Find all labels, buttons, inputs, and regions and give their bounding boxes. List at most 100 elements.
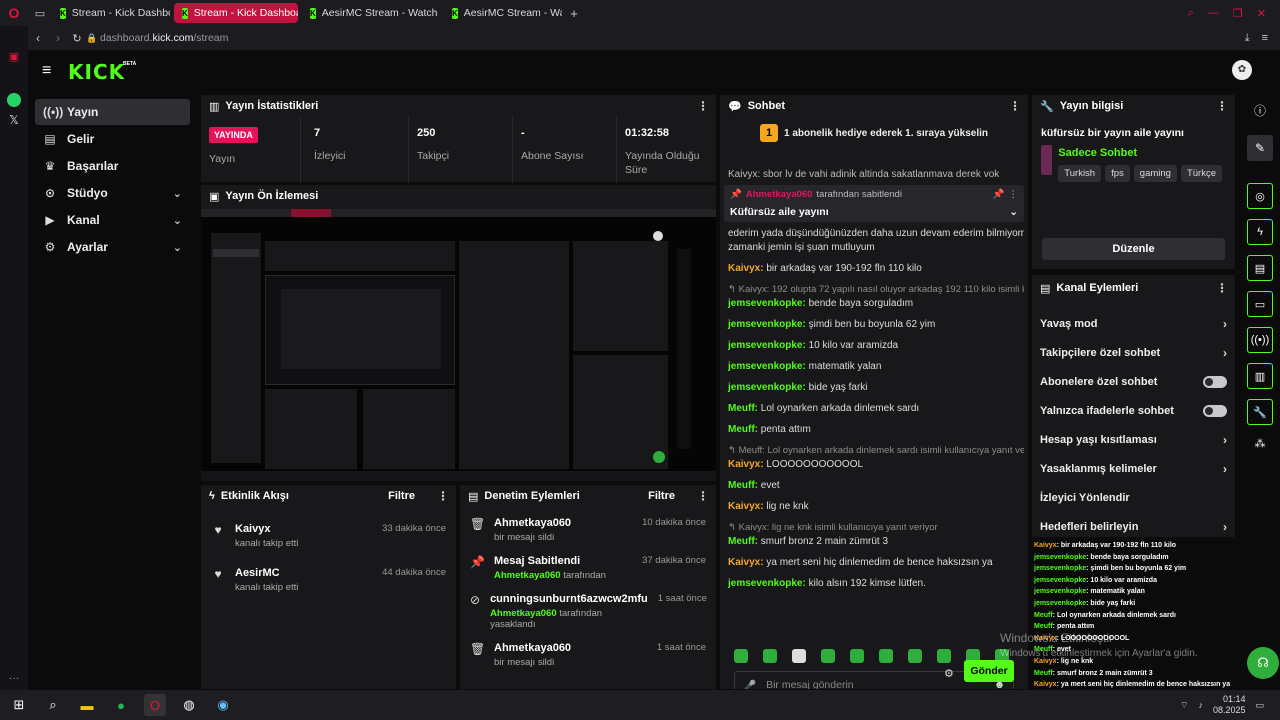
chat-messages[interactable]: Kaivyx: sbor lv de vahi adinik altinda s… xyxy=(724,169,1024,599)
chat-message[interactable]: Kaivyx: lig ne knk xyxy=(724,501,1024,513)
slow-mode-row[interactable]: Yavaş mod › xyxy=(1032,309,1235,338)
chat-settings-icon[interactable]: ⚙ xyxy=(944,667,954,680)
steam-icon[interactable]: ◉ xyxy=(212,694,234,716)
account-age-row[interactable]: Hesap yaşı kısıtlaması › xyxy=(1032,425,1235,454)
server-icon[interactable]: ▥ xyxy=(1247,363,1273,389)
edit-icon[interactable]: ✎ xyxy=(1247,135,1273,161)
ban-user-icon[interactable]: ◎ xyxy=(1247,183,1273,209)
chat-message[interactable]: jemsevenkopke: şimdi ben bu boyunla 62 y… xyxy=(724,319,1024,331)
sidebar-item-basarilar[interactable]: ♛ Başarılar xyxy=(35,153,190,179)
more-options-icon[interactable]: ⋮ xyxy=(437,489,449,503)
reload-icon[interactable]: ↻ xyxy=(68,32,86,45)
chat-username[interactable]: Kaivyx xyxy=(728,263,760,274)
info-icon[interactable]: ⓘ xyxy=(1240,102,1280,119)
chat-username[interactable]: jemsevenkopke xyxy=(728,361,803,372)
tag[interactable]: Turkish xyxy=(1058,165,1102,182)
more-dots-icon[interactable]: ··· xyxy=(0,673,28,684)
support-icon[interactable]: ☊ xyxy=(1247,647,1279,679)
chat-message[interactable]: Meuff: Lol oynarken arkada dinlemek sard… xyxy=(724,403,1024,415)
kick-logo[interactable]: KICK xyxy=(68,60,125,84)
chat-message[interactable]: jemsevenkopke: bide yaş farki xyxy=(724,382,1024,394)
sidebar-item-kanal[interactable]: ▶ Kanal ⌄ xyxy=(35,207,190,233)
sidebar-item-yayin[interactable]: ((•)) Yayın xyxy=(35,99,190,125)
sidebar-item-gelir[interactable]: ▤ Gelir xyxy=(35,126,190,152)
more-options-icon[interactable]: ⋮ xyxy=(1009,189,1019,200)
stream-preview-video[interactable] xyxy=(201,209,716,481)
chat-message[interactable]: jemsevenkopke: bende baya sorguladım xyxy=(724,298,1024,310)
emote-icon[interactable] xyxy=(879,649,893,663)
chat-username[interactable]: jemsevenkopke xyxy=(728,340,803,351)
emotes-only-toggle[interactable] xyxy=(1203,404,1227,417)
volume-icon[interactable]: ♪ xyxy=(1198,700,1203,710)
filter-button[interactable]: Filtre xyxy=(648,490,675,502)
followers-only-row[interactable]: Takipçilere özel sohbet › xyxy=(1032,338,1235,367)
url-field[interactable]: dashboard.kick.com/stream xyxy=(100,32,228,44)
chat-username[interactable]: jemsevenkopke xyxy=(728,578,803,589)
emote-icon[interactable] xyxy=(908,649,922,663)
emote-icon[interactable] xyxy=(763,649,777,663)
search-icon[interactable]: ⌕ xyxy=(42,694,64,716)
chat-icon[interactable]: ▭ xyxy=(1247,291,1273,317)
more-options-icon[interactable]: ⋮ xyxy=(697,489,709,503)
apps-icon[interactable]: ⁂ xyxy=(1240,437,1280,450)
send-button[interactable]: Gönder xyxy=(964,660,1014,682)
more-options-icon[interactable]: ⋮ xyxy=(1216,281,1228,295)
chat-message[interactable]: Kaivyx: ya mert seni hiç dinlemedim de b… xyxy=(724,557,1024,569)
back-icon[interactable]: ‹ xyxy=(28,31,48,45)
document-icon[interactable]: ▤ xyxy=(1247,255,1273,281)
gift-leaderboard-banner[interactable]: 1 1 abonelik hediye ederek 1. sıraya yük… xyxy=(720,117,1028,149)
sidebar-item-ayarlar[interactable]: ⚙ Ayarlar ⌄ xyxy=(35,234,190,260)
whatsapp-icon[interactable] xyxy=(7,93,21,107)
tag[interactable]: Türkçe xyxy=(1180,165,1222,182)
pin-icon[interactable]: 📌 xyxy=(993,189,1005,200)
browser-tab-active[interactable]: KStream - Kick Dashboard xyxy=(174,3,298,23)
subscribers-only-toggle[interactable] xyxy=(1203,375,1227,388)
forward-icon[interactable]: › xyxy=(48,31,68,45)
browser-tab[interactable]: KStream - Kick Dashboard xyxy=(52,3,170,23)
tab-menu-icon[interactable]: ▭ xyxy=(28,7,52,20)
chat-message[interactable]: Meuff: evet xyxy=(724,480,1024,492)
category-name[interactable]: Sadece Sohbet xyxy=(1058,147,1226,159)
avatar[interactable]: ✿ xyxy=(1232,60,1252,80)
wrench-icon[interactable]: 🔧 xyxy=(1247,399,1273,425)
windows-start-icon[interactable]: ⊞ xyxy=(8,694,30,716)
chat-message[interactable]: jemsevenkopke: matematik yalan xyxy=(724,361,1024,373)
minimize-icon[interactable]: — xyxy=(1208,7,1219,20)
chat-username[interactable]: Kaivyx xyxy=(728,557,760,568)
chat-username[interactable]: Kaivyx xyxy=(728,459,760,470)
chat-username[interactable]: jemsevenkopke xyxy=(728,319,803,330)
tag[interactable]: gaming xyxy=(1133,165,1177,182)
hamburger-icon[interactable]: ≡ xyxy=(42,62,51,80)
browser-tab[interactable]: K AesirMC Stream - Watch xyxy=(302,3,440,23)
filter-button[interactable]: Filtre xyxy=(388,490,415,502)
edit-button[interactable]: Düzenle xyxy=(1042,238,1225,260)
banned-words-row[interactable]: Yasaklanmış kelimeler › xyxy=(1032,454,1235,483)
download-icon[interactable]: ⤓ xyxy=(1245,32,1250,45)
emote-icon[interactable] xyxy=(792,649,806,663)
chat-username[interactable]: Kaivyx xyxy=(728,501,760,512)
notification-icon[interactable]: ▭ xyxy=(1255,700,1264,711)
spotify-icon[interactable]: ● xyxy=(110,694,132,716)
x-icon[interactable]: 𝕏 xyxy=(0,113,28,127)
chat-message[interactable]: Meuff: smurf bronz 2 main zümrüt 3 xyxy=(724,536,1024,548)
emote-icon[interactable] xyxy=(937,649,951,663)
chat-message[interactable]: Meuff: penta attım xyxy=(724,424,1024,436)
more-options-icon[interactable]: ⋮ xyxy=(1216,99,1228,113)
search-icon[interactable]: ⌕ xyxy=(1188,7,1194,20)
broadcast-icon[interactable]: ((•)) xyxy=(1247,327,1273,353)
chat-username[interactable]: jemsevenkopke xyxy=(728,298,803,309)
file-explorer-icon[interactable]: ▬ xyxy=(76,694,98,716)
browser-tab[interactable]: KAesirMC Stream - Watch L xyxy=(444,3,562,23)
chat-username[interactable]: Meuff xyxy=(728,424,755,435)
emote-icon[interactable] xyxy=(821,649,835,663)
chat-message[interactable]: Kaivyx: LOOOOOOOOOOOL xyxy=(724,459,1024,471)
chat-message[interactable]: jemsevenkopke: kilo alsın 192 kimse lütf… xyxy=(724,578,1024,590)
wifi-icon[interactable]: ⌔ xyxy=(1180,700,1188,711)
opera-shop-icon[interactable]: ▣ xyxy=(0,50,28,63)
chat-username[interactable]: jemsevenkopke xyxy=(728,382,803,393)
chat-username[interactable]: Meuff xyxy=(728,480,755,491)
maximize-icon[interactable]: ❐ xyxy=(1233,7,1243,20)
close-icon[interactable]: ✕ xyxy=(1257,7,1266,20)
app-icon[interactable]: ◍ xyxy=(178,694,200,716)
tag[interactable]: fps xyxy=(1105,165,1130,182)
